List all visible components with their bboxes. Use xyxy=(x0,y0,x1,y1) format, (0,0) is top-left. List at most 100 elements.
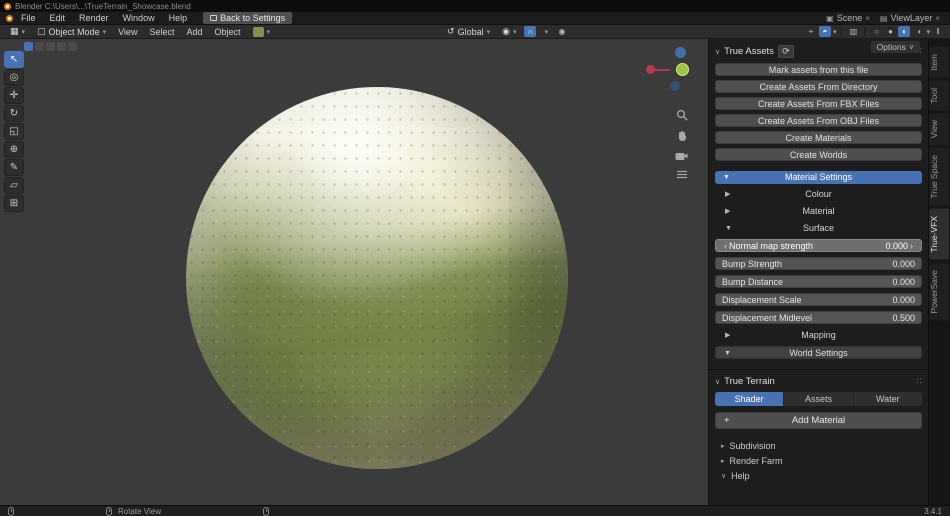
tab-item[interactable]: Item xyxy=(929,47,949,78)
tab-assets[interactable]: Assets xyxy=(784,392,852,406)
quick-toggle-icon[interactable] xyxy=(57,42,66,51)
pause-icon[interactable]: ‖ xyxy=(932,26,944,37)
subdivision-subpanel[interactable]: ▸ Subdivision xyxy=(715,438,922,453)
tab-true-vfx[interactable]: True-VFX xyxy=(929,209,949,260)
scene-selector[interactable]: ▣ Scene × xyxy=(822,13,874,23)
menu-select[interactable]: Select xyxy=(145,27,178,37)
tab-shader[interactable]: Shader xyxy=(715,392,783,406)
shading-dropdown[interactable]: ▾ xyxy=(926,28,930,36)
axis-negative-icon[interactable] xyxy=(670,81,680,91)
tool-move[interactable]: ✛ xyxy=(4,87,24,104)
tool-cursor[interactable]: ◎ xyxy=(4,69,24,86)
navigation-gizmo[interactable] xyxy=(646,47,692,99)
tab-water[interactable]: Water xyxy=(854,392,922,406)
mode-dropdown[interactable]: ▢ Object Mode ▾ xyxy=(33,26,110,37)
tool-transform[interactable]: ⊕ xyxy=(4,141,24,158)
tool-select-box[interactable]: ↖ xyxy=(4,51,24,68)
decrement-icon[interactable]: ‹ xyxy=(722,241,729,251)
material-settings-header[interactable]: ▼ Material Settings xyxy=(715,171,922,184)
proportional-editing-toggle[interactable]: ◉ xyxy=(556,26,568,37)
tab-tool[interactable]: Tool xyxy=(929,81,949,111)
tool-scale[interactable]: ◱ xyxy=(4,123,24,140)
workspace: ↖ ◎ ✛ ↻ ◱ ⊕ ✎ ▱ ⊞ xyxy=(0,39,950,505)
increment-icon[interactable]: › xyxy=(908,241,915,251)
snap-toggle[interactable]: ∩ xyxy=(524,26,536,37)
viewlayer-selector[interactable]: ▤ ViewLayer × xyxy=(876,13,944,23)
create-assets-fbx-button[interactable]: Create Assets From FBX Files xyxy=(715,97,922,110)
titlebar: Blender C:\Users\...\TrueTerrain_Showcas… xyxy=(0,0,950,12)
tool-measure[interactable]: ▱ xyxy=(4,177,24,194)
menu-edit[interactable]: Edit xyxy=(44,13,72,23)
quick-toggle-icon[interactable] xyxy=(35,42,44,51)
show-overlays-toggle[interactable]: ◓ xyxy=(819,26,831,37)
create-assets-obj-button[interactable]: Create Assets From OBJ Files xyxy=(715,114,922,127)
help-subpanel[interactable]: ∨ Help xyxy=(715,468,922,483)
back-to-settings-button[interactable]: Back to Settings xyxy=(203,12,292,24)
shading-wireframe-button[interactable]: ○ xyxy=(870,26,882,37)
textured-sphere-object[interactable] xyxy=(186,87,568,469)
collapse-icon[interactable]: ∨ xyxy=(715,48,720,56)
surface-section-header[interactable]: ▼ Surface xyxy=(715,222,922,235)
colour-section-header[interactable]: ▶ Colour xyxy=(715,188,922,201)
tool-add-cube[interactable]: ⊞ xyxy=(4,195,24,212)
displacement-midlevel-slider[interactable]: Displacement Midlevel 0.500 xyxy=(715,311,922,324)
options-dropdown[interactable]: Options ∨ xyxy=(871,41,920,53)
scene-unlink-icon[interactable]: × xyxy=(865,14,870,23)
menu-add[interactable]: Add xyxy=(182,27,206,37)
shading-rendered-button[interactable]: ◑ xyxy=(912,26,924,37)
xray-toggle[interactable]: ▥ xyxy=(847,26,859,37)
viewport-3d[interactable]: ↖ ◎ ✛ ↻ ◱ ⊕ ✎ ▱ ⊞ xyxy=(0,39,708,505)
active-tool-chip[interactable]: ▾ xyxy=(249,27,275,37)
header-separator xyxy=(864,27,865,37)
displacement-scale-slider[interactable]: Displacement Scale 0.000 xyxy=(715,293,922,306)
mark-assets-button[interactable]: Mark assets from this file xyxy=(715,63,922,76)
bump-distance-slider[interactable]: Bump Distance 0.000 xyxy=(715,275,922,288)
axis-z-icon[interactable] xyxy=(675,47,686,58)
menu-view[interactable]: View xyxy=(114,27,141,37)
snap-settings-dropdown[interactable]: ▾ xyxy=(540,28,552,36)
shading-material-preview-button[interactable]: ◐ xyxy=(898,26,910,37)
menu-render[interactable]: Render xyxy=(73,13,115,23)
create-materials-button[interactable]: Create Materials xyxy=(715,131,922,144)
bump-strength-slider[interactable]: Bump Strength 0.000 xyxy=(715,257,922,270)
create-worlds-button[interactable]: Create Worlds xyxy=(715,148,922,161)
menu-help[interactable]: Help xyxy=(163,13,194,23)
axis-y-icon[interactable] xyxy=(676,63,689,76)
tab-powersave[interactable]: PowerSave xyxy=(929,263,949,320)
normal-map-strength-slider[interactable]: ‹ Normal map strength 0.000 › xyxy=(715,239,922,252)
render-farm-subpanel[interactable]: ▸ Render Farm xyxy=(715,453,922,468)
camera-icon[interactable] xyxy=(675,151,688,161)
add-material-button[interactable]: + Add Material xyxy=(715,412,922,429)
material-section-header[interactable]: ▶ Material xyxy=(715,205,922,218)
pan-hand-icon[interactable] xyxy=(676,130,688,142)
tab-view[interactable]: View xyxy=(929,113,949,145)
zoom-icon[interactable] xyxy=(676,109,688,121)
show-gizmo-toggle[interactable]: ⌖ xyxy=(805,26,817,37)
quick-toggle-icon[interactable] xyxy=(68,42,77,51)
tool-annotate[interactable]: ✎ xyxy=(4,159,24,176)
editor-type-button[interactable]: ▦ ▾ xyxy=(6,26,29,37)
viewlayer-remove-icon[interactable]: × xyxy=(935,14,940,23)
tool-rotate[interactable]: ↻ xyxy=(4,105,24,122)
menu-window[interactable]: Window xyxy=(117,13,161,23)
overlays-dropdown[interactable]: ▾ xyxy=(833,28,837,36)
quick-toggle-icon[interactable] xyxy=(24,42,33,51)
plus-icon: + xyxy=(724,415,730,426)
collapse-icon[interactable]: ∨ xyxy=(715,378,720,386)
menu-file[interactable]: File xyxy=(15,13,42,23)
tab-true-space[interactable]: True Space xyxy=(929,148,949,206)
world-settings-header[interactable]: ▼ World Settings xyxy=(715,346,922,359)
transform-orientation-dropdown[interactable]: ↺ Global ▾ xyxy=(443,26,494,37)
panel-drag-handle[interactable]: ∷ xyxy=(916,376,922,387)
refresh-assets-button[interactable]: ⟳ xyxy=(778,45,794,58)
quick-toggle-icon[interactable] xyxy=(46,42,55,51)
shading-solid-button[interactable]: ● xyxy=(884,26,896,37)
pivot-point-dropdown[interactable]: ◉ ▾ xyxy=(498,26,520,37)
menu-object[interactable]: Object xyxy=(210,27,244,37)
create-assets-directory-button[interactable]: Create Assets From Directory xyxy=(715,80,922,93)
true-terrain-panel-header[interactable]: ∨ True Terrain ∷ xyxy=(715,376,922,387)
orthographic-grid-icon[interactable] xyxy=(676,170,688,180)
blender-menu-icon[interactable] xyxy=(6,15,13,22)
mapping-section-header[interactable]: ▶ Mapping xyxy=(715,329,922,342)
axis-x-icon[interactable] xyxy=(646,65,655,74)
